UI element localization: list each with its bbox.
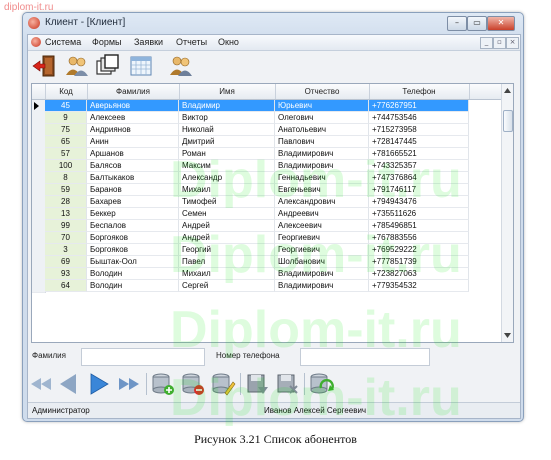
- cell-lastname[interactable]: Андриянов: [87, 124, 179, 136]
- cell-firstname[interactable]: Николай: [179, 124, 275, 136]
- cell-lastname[interactable]: Беккер: [87, 208, 179, 220]
- cell-lastname[interactable]: Беспалов: [87, 220, 179, 232]
- cell-code[interactable]: 45: [45, 100, 87, 112]
- cell-code[interactable]: 64: [45, 280, 87, 292]
- mdi-minimize-button[interactable]: _: [480, 37, 493, 49]
- cell-lastname[interactable]: Балтыкаков: [87, 172, 179, 184]
- menu-forms[interactable]: Формы: [92, 37, 122, 47]
- cell-code[interactable]: 9: [45, 112, 87, 124]
- current-row-arrow-icon: [34, 102, 39, 110]
- client-window: Клиент - [Клиент] – ▭ ✕ Система Формы За…: [22, 12, 524, 422]
- cell-phone[interactable]: +728147445: [369, 136, 469, 148]
- users-icon[interactable]: [64, 53, 90, 79]
- users-search-icon[interactable]: [168, 53, 194, 79]
- cell-phone[interactable]: +776267951: [369, 100, 469, 112]
- cell-middlename[interactable]: Павлович: [275, 136, 369, 148]
- mdi-close-button[interactable]: ×: [506, 37, 519, 49]
- header-code[interactable]: Код: [45, 84, 88, 99]
- title-bar[interactable]: Клиент - [Клиент] – ▭ ✕: [23, 13, 523, 33]
- app-icon: [28, 17, 40, 29]
- next-record-icon[interactable]: [86, 371, 112, 397]
- cell-code[interactable]: 8: [45, 172, 87, 184]
- cell-lastname[interactable]: Боргояков: [87, 232, 179, 244]
- header-indicator: [32, 84, 46, 99]
- table-row[interactable]: 65 Анин Дмитрий Павлович +728147445: [32, 136, 501, 149]
- menu-system[interactable]: Система: [45, 37, 81, 47]
- vertical-scrollbar[interactable]: [501, 84, 513, 342]
- header-middlename[interactable]: Отчество: [275, 84, 370, 99]
- cell-lastname[interactable]: Володин: [87, 268, 179, 280]
- menu-window[interactable]: Окно: [218, 37, 239, 47]
- cell-code[interactable]: 100: [45, 160, 87, 172]
- cell-code[interactable]: 93: [45, 268, 87, 280]
- cell-firstname[interactable]: Виктор: [179, 112, 275, 124]
- cell-middlename[interactable]: Олегович: [275, 112, 369, 124]
- calendar-table-icon[interactable]: [128, 53, 154, 79]
- maximize-button[interactable]: ▭: [467, 16, 487, 31]
- cell-code[interactable]: 3: [45, 244, 87, 256]
- cell-middlename[interactable]: Юрьевич: [275, 100, 369, 112]
- cell-code[interactable]: 57: [45, 148, 87, 160]
- cell-lastname[interactable]: Боргояков: [87, 244, 179, 256]
- first-record-icon[interactable]: [28, 371, 54, 397]
- table-row[interactable]: 75 Андриянов Николай Анатольевич +715273958: [32, 124, 501, 137]
- cell-code[interactable]: 28: [45, 196, 87, 208]
- cell-lastname[interactable]: Аршанов: [87, 148, 179, 160]
- cell-code[interactable]: 59: [45, 184, 87, 196]
- cell-lastname[interactable]: Бахарев: [87, 196, 179, 208]
- cell-code[interactable]: 70: [45, 232, 87, 244]
- watermark: Diplom-it.ru: [170, 151, 462, 209]
- figure-caption: Рисунок 3.21 Список абонентов: [194, 432, 357, 446]
- exit-door-icon[interactable]: [31, 53, 57, 79]
- cell-lastname[interactable]: Алексеев: [87, 112, 179, 124]
- prev-record-icon[interactable]: [56, 371, 82, 397]
- table-row[interactable]: 45 Аверьянов Владимир Юрьевич +776267951: [32, 100, 501, 113]
- lastname-label: Фамилия: [32, 351, 66, 360]
- cell-lastname[interactable]: Быштак-Оол: [87, 256, 179, 268]
- watermark: Diplom-it.ru: [170, 369, 462, 427]
- scroll-up-icon[interactable]: [504, 88, 511, 93]
- close-button[interactable]: ✕: [487, 16, 515, 31]
- watermark: Diplom-it.ru: [170, 301, 462, 359]
- cell-code[interactable]: 75: [45, 124, 87, 136]
- header-lastname[interactable]: Фамилия: [87, 84, 180, 99]
- cell-lastname[interactable]: Анин: [87, 136, 179, 148]
- windows-icon[interactable]: [94, 53, 120, 79]
- system-menu-icon[interactable]: [31, 37, 41, 47]
- menu-requests[interactable]: Заявки: [134, 37, 163, 47]
- cell-firstname[interactable]: Владимир: [179, 100, 275, 112]
- cell-lastname[interactable]: Баранов: [87, 184, 179, 196]
- menu-reports[interactable]: Отчеты: [176, 37, 207, 47]
- cell-lastname[interactable]: Балясов: [87, 160, 179, 172]
- header-phone[interactable]: Телефон: [369, 84, 470, 99]
- table-header: Код Фамилия Имя Отчество Телефон: [32, 84, 501, 100]
- cell-code[interactable]: 13: [45, 208, 87, 220]
- cell-middlename[interactable]: Анатольевич: [275, 124, 369, 136]
- cell-lastname[interactable]: Аверьянов: [87, 100, 179, 112]
- window-title: Клиент - [Клиент]: [45, 17, 126, 28]
- cell-code[interactable]: 65: [45, 136, 87, 148]
- row-indicator[interactable]: [32, 280, 46, 293]
- nav-separator: [146, 373, 147, 395]
- header-firstname[interactable]: Имя: [179, 84, 276, 99]
- menu-bar: Система Формы Заявки Отчеты Окно _ ▫ ×: [28, 35, 520, 51]
- last-record-icon[interactable]: [116, 371, 142, 397]
- cell-firstname[interactable]: Дмитрий: [179, 136, 275, 148]
- cell-phone[interactable]: +744753546: [369, 112, 469, 124]
- scroll-thumb[interactable]: [503, 110, 513, 132]
- cell-code[interactable]: 69: [45, 256, 87, 268]
- toolbar: [28, 51, 520, 81]
- watermark: Diplom-it.ru: [170, 226, 462, 284]
- cell-phone[interactable]: +715273958: [369, 124, 469, 136]
- scroll-down-icon[interactable]: [504, 333, 511, 338]
- status-role: Администратор: [32, 406, 90, 415]
- minimize-button[interactable]: –: [447, 16, 467, 31]
- table-row[interactable]: 9 Алексеев Виктор Олегович +744753546: [32, 112, 501, 125]
- cell-lastname[interactable]: Володин: [87, 280, 179, 292]
- mdi-restore-button[interactable]: ▫: [493, 37, 506, 49]
- cell-code[interactable]: 99: [45, 220, 87, 232]
